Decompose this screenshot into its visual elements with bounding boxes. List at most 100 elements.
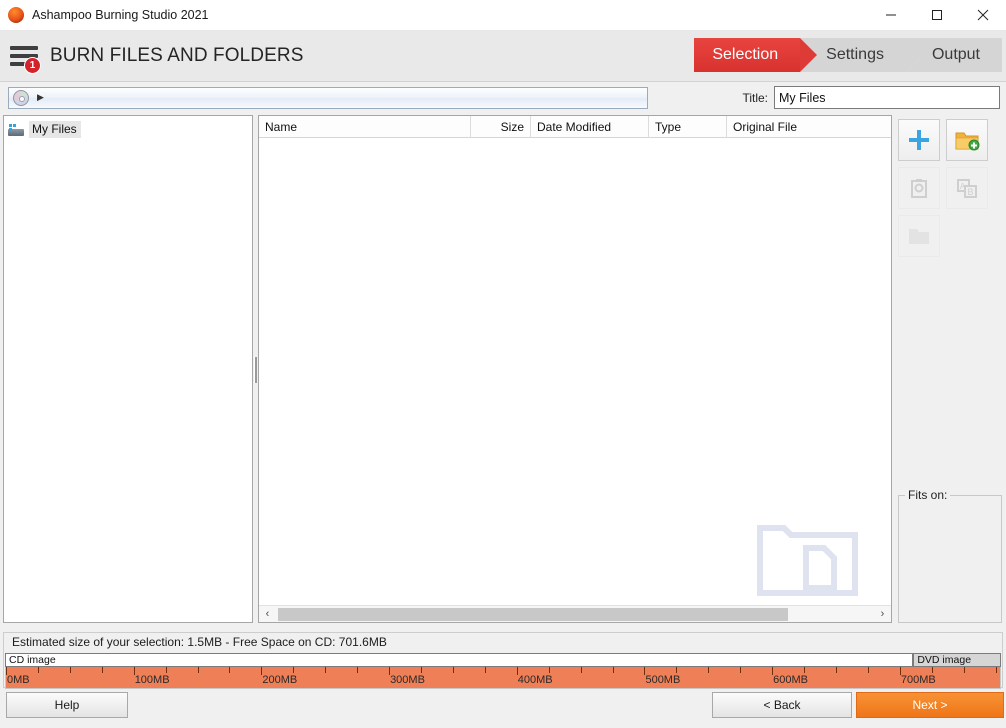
step-selection[interactable]: Selection xyxy=(694,38,817,72)
capacity-tick xyxy=(452,667,454,673)
action-toolbar-panel: B A Fits on: xyxy=(894,115,1004,627)
folder-add-icon xyxy=(955,132,980,151)
next-button[interactable]: Next > xyxy=(856,692,1004,718)
add-files-button[interactable] xyxy=(898,119,940,161)
svg-text:B: B xyxy=(967,187,973,197)
plus-icon xyxy=(909,130,929,150)
tree-item-my-files[interactable]: My Files xyxy=(8,120,252,138)
step-settings-label: Settings xyxy=(826,46,884,63)
disc-icon xyxy=(13,89,29,106)
capacity-tick xyxy=(995,667,997,673)
scroll-left-button[interactable]: ‹ xyxy=(259,605,276,622)
maximize-button[interactable] xyxy=(914,0,960,30)
title-input[interactable] xyxy=(774,86,1000,109)
cd-image-marker: CD image xyxy=(5,653,914,667)
scrollbar-thumb[interactable] xyxy=(278,607,788,621)
toolbar-empty-slot xyxy=(946,215,988,257)
capacity-tick xyxy=(229,667,231,673)
capacity-tick xyxy=(740,667,742,673)
file-list-body[interactable] xyxy=(259,138,891,604)
window-controls xyxy=(868,0,1006,30)
fits-on-label: Fits on: xyxy=(905,488,951,502)
new-folder-button xyxy=(898,215,940,257)
column-header-date-modified[interactable]: Date Modified xyxy=(531,116,649,138)
hamburger-icon[interactable]: 1 xyxy=(10,45,41,74)
rename-ab-icon: B A xyxy=(957,179,977,198)
column-header-name[interactable]: Name xyxy=(259,116,471,138)
capacity-tick-label: 200MB xyxy=(262,674,298,686)
app-flame-icon xyxy=(8,7,24,23)
capacity-tick xyxy=(421,667,422,673)
capacity-tick-label: 500MB xyxy=(645,674,681,686)
scroll-right-button[interactable]: › xyxy=(874,605,891,622)
drive-dot xyxy=(9,127,12,131)
capacity-tick xyxy=(931,667,933,673)
capacity-tick xyxy=(708,667,710,673)
capacity-tick xyxy=(963,667,965,673)
capacity-tick-label: 100MB xyxy=(134,674,170,686)
folder-tree-panel[interactable]: My Files xyxy=(3,115,253,623)
splitter-grip[interactable] xyxy=(254,357,257,383)
page-title: BURN FILES AND FOLDERS xyxy=(50,44,304,66)
svg-text:A: A xyxy=(960,182,966,191)
drive-dot xyxy=(13,123,16,127)
selection-size-status: Estimated size of your selection: 1.5MB … xyxy=(12,635,387,649)
column-header-original-file[interactable]: Original File xyxy=(727,116,891,138)
add-folder-button[interactable] xyxy=(946,119,988,161)
fits-on-groupbox: Fits on: xyxy=(898,488,1002,623)
step-output-label: Output xyxy=(931,46,980,63)
folder-document-watermark-icon xyxy=(757,525,858,596)
dvd-image-marker: DVD image xyxy=(913,653,1001,667)
main-work-area: My Files Name Size Date Modified Type Or… xyxy=(0,113,1006,631)
capacity-tick xyxy=(676,667,678,673)
minimize-button[interactable] xyxy=(868,0,914,30)
close-icon xyxy=(977,9,989,21)
chevron-right-icon[interactable]: ▶ xyxy=(37,92,44,103)
trash-icon xyxy=(911,179,927,198)
capacity-tick xyxy=(197,667,199,673)
help-button[interactable]: Help xyxy=(6,692,128,718)
column-header-size[interactable]: Size xyxy=(471,116,531,138)
app-header: 1 BURN FILES AND FOLDERS Selection Setti… xyxy=(0,30,1006,82)
status-and-capacity-panel: Estimated size of your selection: 1.5MB … xyxy=(3,632,1003,689)
capacity-tick xyxy=(37,667,39,673)
capacity-tick-label: 300MB xyxy=(390,674,425,686)
maximize-icon xyxy=(932,10,942,20)
rename-button: B A xyxy=(946,167,988,209)
window-titlebar: Ashampoo Burning Studio 2021 xyxy=(0,0,1006,30)
capacity-tick xyxy=(580,667,582,673)
capacity-tick xyxy=(293,667,295,673)
file-list-header: Name Size Date Modified Type Original Fi… xyxy=(259,116,891,138)
title-label: Title: xyxy=(742,90,768,105)
step-selection-label: Selection xyxy=(712,46,779,63)
capacity-tick xyxy=(612,667,614,673)
back-button[interactable]: < Back xyxy=(712,692,852,718)
capacity-tick xyxy=(357,667,359,673)
capacity-tick xyxy=(836,667,837,673)
delete-button xyxy=(898,167,940,209)
window-title: Ashampoo Burning Studio 2021 xyxy=(32,8,209,22)
hamburger-bar xyxy=(10,45,38,50)
capacity-ruler: 0MB 100MB 200MB 300MB 400MB 500MB 600MB 700MB xyxy=(5,667,1001,689)
capacity-tick-label: 0MB xyxy=(7,674,30,686)
horizontal-scrollbar[interactable]: ‹ › xyxy=(259,605,891,622)
capacity-tick xyxy=(101,667,103,673)
step-breadcrumb: Selection Settings Output xyxy=(694,38,1002,72)
capacity-tick-label: 700MB xyxy=(900,674,936,686)
close-button[interactable] xyxy=(960,0,1006,30)
column-header-type[interactable]: Type xyxy=(649,116,727,138)
capacity-tick xyxy=(69,667,71,673)
capacity-tick xyxy=(165,667,167,673)
capacity-tick xyxy=(548,667,550,673)
folder-icon xyxy=(909,229,929,244)
file-list-panel[interactable]: Name Size Date Modified Type Original Fi… xyxy=(258,115,892,623)
capacity-tick xyxy=(484,667,486,673)
action-buttons: B A xyxy=(894,115,1000,257)
capacity-tick-label: 600MB xyxy=(773,674,808,686)
minimize-icon xyxy=(886,14,896,16)
menu-badge: 1 xyxy=(24,56,41,74)
path-breadcrumb-bar[interactable]: ▶ xyxy=(8,86,648,109)
footer-bar: Help < Back Next > xyxy=(0,690,1006,728)
drive-dot xyxy=(9,123,12,127)
capacity-bar: CD image DVD image 0MB 100MB 200MB 300MB 400… xyxy=(5,653,1001,689)
